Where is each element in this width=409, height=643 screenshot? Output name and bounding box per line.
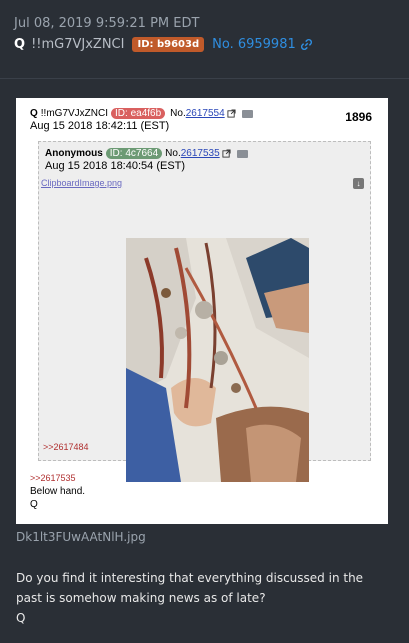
nested-post: Anonymous ID: 4c7664 No. 2617535 Aug 15 …	[38, 141, 371, 482]
embedded-post-header: Q !!mG7VJxZNCI ID: ea4f6b No. 2617554 Au…	[30, 108, 374, 132]
download-icon: ↓	[353, 178, 364, 189]
author-line: Q !!mG7VJxZNCI ID: b9603d No. 6959981	[14, 37, 399, 52]
external-link-icon	[227, 109, 236, 118]
photo-illustration	[126, 238, 309, 482]
photo	[126, 238, 309, 482]
post-header: Jul 08, 2019 9:59:21 PM EDT Q !!mG7VJxZN…	[14, 16, 399, 52]
nested-reply-link: >>2617484	[43, 442, 89, 452]
nested-date: Aug 15 2018 18:40:54 (EST)	[45, 160, 186, 172]
post-message: Do you find it interesting that everythi…	[16, 568, 397, 628]
embedded-tripcode: !!mG7VJxZNCI	[40, 108, 109, 119]
message-line: past is somehow making news as of late?	[16, 591, 266, 605]
embedded-id-badge: ID: ea4f6b	[111, 108, 166, 119]
link-icon[interactable]	[300, 38, 313, 51]
message-line: Do you find it interesting that everythi…	[16, 571, 364, 585]
embedded-post-link: 2617554	[185, 108, 225, 119]
nested-id-badge: ID: 4c7664	[105, 148, 163, 159]
embedded-no-prefix: No.	[170, 108, 186, 119]
embedded-reply-link: >>2617535	[30, 473, 76, 483]
nested-no-prefix: No.	[165, 148, 181, 159]
nested-post-link: 2617535	[180, 148, 220, 159]
embedded-post-body: >>2617535 Below hand. Q	[30, 472, 85, 511]
folder-icon	[241, 109, 253, 118]
nested-filename: ClipboardImage.png	[41, 178, 123, 188]
image-filename[interactable]: Dk1lt3FUwAAtNlH.jpg	[16, 530, 146, 544]
id-badge[interactable]: ID: b9603d	[132, 37, 205, 52]
external-link-icon	[222, 149, 231, 158]
post-image[interactable]: Q !!mG7VJxZNCI ID: ea4f6b No. 2617554 Au…	[16, 98, 388, 524]
embedded-text-line2: Q	[30, 499, 38, 510]
embedded-count: 1896	[345, 110, 372, 124]
embedded-q-name: Q	[30, 108, 38, 119]
message-line: Q	[16, 611, 26, 625]
author-name: Q	[14, 37, 26, 52]
tripcode: !!mG7VJxZNCI	[31, 37, 125, 52]
post-number-link[interactable]: No. 6959981	[212, 37, 296, 52]
embedded-text-line1: Below hand.	[30, 486, 86, 497]
embedded-date: Aug 15 2018 18:42:11 (EST)	[30, 120, 170, 132]
post-timestamp: Jul 08, 2019 9:59:21 PM EDT	[14, 16, 200, 31]
header-divider	[0, 78, 409, 79]
folder-icon	[236, 149, 248, 158]
nested-author: Anonymous	[45, 148, 103, 159]
